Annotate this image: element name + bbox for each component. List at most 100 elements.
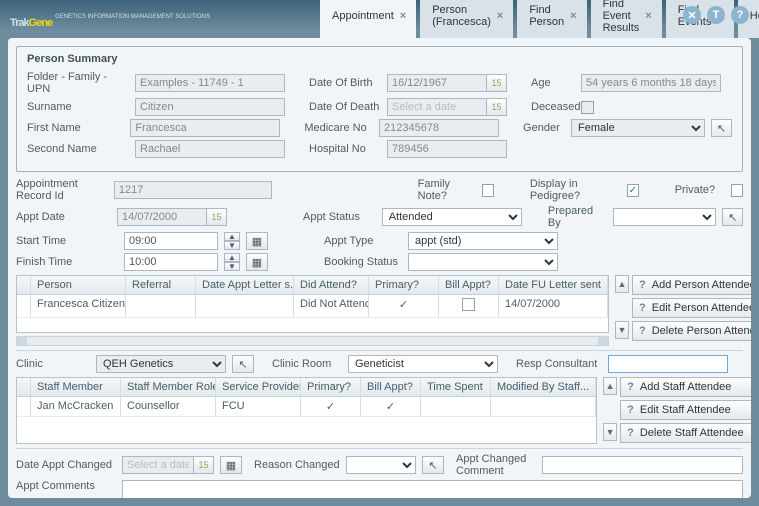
horizontal-scrollbar[interactable] xyxy=(16,336,609,346)
family-note-checkbox[interactable] xyxy=(482,184,494,197)
changed-comment-label: Appt Changed Comment xyxy=(456,453,536,477)
edit-staff-attendee-button[interactable]: ?Edit Staff Attendee xyxy=(620,400,751,420)
app-logo-subtitle: GENETICS INFORMATION MANAGEMENT SOLUTION… xyxy=(55,14,210,20)
private-checkbox[interactable] xyxy=(731,184,743,197)
add-person-attendee-button[interactable]: ?Add Person Attendee xyxy=(632,275,751,295)
tab-find-event-results[interactable]: Find Event Results× xyxy=(591,0,662,38)
dob-label: Date Of Birth xyxy=(309,77,381,89)
scroll-down-icon[interactable]: ▼ xyxy=(603,423,617,441)
time-clear-button[interactable]: ▦ xyxy=(246,253,268,271)
delete-person-attendee-button[interactable]: ?Delete Person Attendee xyxy=(632,321,751,341)
delete-staff-attendee-button[interactable]: ?Delete Staff Attendee xyxy=(620,423,751,443)
person-summary-panel: Person Summary Folder - Family - UPN Dat… xyxy=(16,46,743,172)
hospital-field xyxy=(387,140,507,158)
page-content: Person Summary Folder - Family - UPN Dat… xyxy=(8,38,751,498)
finish-time-label: Finish Time xyxy=(16,256,118,268)
app-logo: TrakGene xyxy=(10,6,52,32)
lookup-button[interactable]: ↖ xyxy=(232,355,254,373)
dob-field xyxy=(387,74,487,92)
lookup-button[interactable]: ↖ xyxy=(422,456,444,474)
scroll-down-icon[interactable]: ▼ xyxy=(615,321,629,339)
staff-attendee-grid[interactable]: Staff Member Staff Member Role Service P… xyxy=(16,377,597,444)
surname-field xyxy=(135,98,285,116)
help-icon[interactable]: ? xyxy=(731,6,749,24)
pedigree-label: Display in Pedigree? xyxy=(530,178,621,202)
scroll-up-icon[interactable]: ▲ xyxy=(615,275,629,293)
start-time-field[interactable] xyxy=(124,232,218,250)
clinic-room-select[interactable]: Geneticist xyxy=(348,355,498,373)
add-staff-attendee-button[interactable]: ?Add Staff Attendee xyxy=(620,377,751,397)
spin-down-icon[interactable]: ▼ xyxy=(224,262,240,271)
panel-title: Person Summary xyxy=(27,53,732,65)
calendar-icon[interactable]: 15 xyxy=(194,456,214,474)
tab-appointment[interactable]: Appointment× xyxy=(320,0,416,38)
appt-type-select[interactable]: appt (std) xyxy=(408,232,558,250)
changed-comment-field[interactable] xyxy=(542,456,743,474)
folder-field xyxy=(135,74,285,92)
close-icon[interactable]: × xyxy=(570,10,576,22)
age-field xyxy=(581,74,721,92)
appt-type-label: Appt Type xyxy=(324,235,402,247)
appt-date-field[interactable] xyxy=(117,208,207,226)
spin-up-icon[interactable]: ▲ xyxy=(224,253,240,262)
booking-status-label: Booking Status xyxy=(324,256,402,268)
edit-person-attendee-button[interactable]: ?Edit Person Attendee xyxy=(632,298,751,318)
folder-label: Folder - Family - UPN xyxy=(27,71,129,95)
time-clear-button[interactable]: ▦ xyxy=(246,232,268,250)
firstname-field xyxy=(130,119,280,137)
dod-label: Date Of Death xyxy=(309,101,381,113)
lookup-button[interactable]: ↖ xyxy=(722,208,743,226)
finish-time-field[interactable] xyxy=(124,253,218,271)
close-icon[interactable]: × xyxy=(400,10,406,22)
date-changed-label: Date Appt Changed xyxy=(16,459,116,471)
clinic-label: Clinic xyxy=(16,358,90,370)
start-time-label: Start Time xyxy=(16,235,118,247)
window-controls: ✕ T ? xyxy=(683,6,749,24)
appt-status-label: Appt Status xyxy=(303,211,376,223)
calendar-icon[interactable]: 15 xyxy=(487,98,507,116)
close-window-icon[interactable]: ✕ xyxy=(683,6,701,24)
pedigree-checkbox[interactable]: ✓ xyxy=(627,184,639,197)
clinic-room-label: Clinic Room xyxy=(272,358,342,370)
bill-checkbox[interactable] xyxy=(462,298,475,311)
tab-person[interactable]: Person (Francesca)× xyxy=(420,0,513,38)
medicare-field xyxy=(379,119,499,137)
table-row[interactable]: Jan McCracken Counsellor FCU ✓ ✓ xyxy=(17,397,596,417)
date-changed-field[interactable] xyxy=(122,456,194,474)
clear-button[interactable]: ▦ xyxy=(220,456,242,474)
clinic-select[interactable]: QEH Genetics xyxy=(96,355,226,373)
calendar-icon[interactable]: 15 xyxy=(487,74,507,92)
prepared-by-select[interactable] xyxy=(613,208,716,226)
close-icon[interactable]: × xyxy=(645,10,651,22)
surname-label: Surname xyxy=(27,101,129,113)
appt-comments-field[interactable] xyxy=(122,480,743,498)
calendar-icon[interactable]: 15 xyxy=(207,208,227,226)
reason-changed-select[interactable] xyxy=(346,456,416,474)
appt-comments-label: Appt Comments xyxy=(16,480,116,492)
recid-label: Appointment Record Id xyxy=(16,178,108,202)
tab-find-person[interactable]: Find Person× xyxy=(517,0,586,38)
lookup-button[interactable]: ↖ xyxy=(711,119,732,137)
spin-down-icon[interactable]: ▼ xyxy=(224,241,240,250)
table-row[interactable]: Francesca Citizen Did Not Attend ✓ 14/07… xyxy=(17,295,608,318)
deceased-checkbox xyxy=(581,101,594,114)
reason-changed-label: Reason Changed xyxy=(254,459,340,471)
spin-up-icon[interactable]: ▲ xyxy=(224,232,240,241)
hospital-label: Hospital No xyxy=(309,143,381,155)
private-label: Private? xyxy=(675,184,715,196)
secondname-field xyxy=(135,140,285,158)
booking-status-select[interactable] xyxy=(408,253,558,271)
gender-select[interactable]: Female xyxy=(571,119,705,137)
close-icon[interactable]: × xyxy=(497,10,503,22)
resp-consultant-label: Resp Consultant xyxy=(516,358,602,370)
resp-consultant-field[interactable] xyxy=(608,355,728,373)
person-attendee-grid[interactable]: Person Referral Date Appt Letter s... Di… xyxy=(16,275,609,333)
info-icon[interactable]: T xyxy=(707,6,725,24)
scroll-up-icon[interactable]: ▲ xyxy=(603,377,617,395)
medicare-label: Medicare No xyxy=(304,122,373,134)
dod-field[interactable] xyxy=(387,98,487,116)
appt-status-select[interactable]: Attended xyxy=(382,208,522,226)
age-label: Age xyxy=(531,77,575,89)
appt-date-label: Appt Date xyxy=(16,211,111,223)
recid-field xyxy=(114,181,272,199)
